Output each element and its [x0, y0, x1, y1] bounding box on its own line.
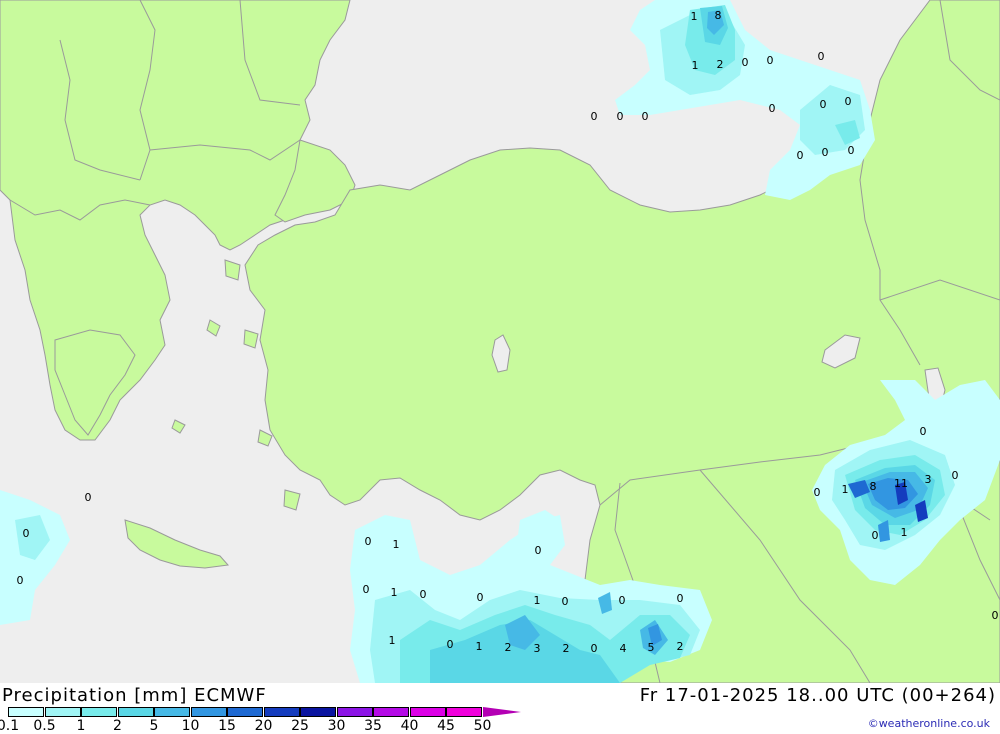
precip-value-label: 0 — [920, 425, 927, 438]
precip-value-label: 0 — [992, 609, 999, 622]
precip-value-label: 5 — [648, 641, 655, 654]
scale-swatch — [373, 707, 409, 717]
precip-value-label: 0 — [822, 146, 829, 159]
precip-value-label: 0 — [820, 98, 827, 111]
precip-value-label: 0 — [797, 149, 804, 162]
credit-link[interactable]: ©weatheronline.co.uk — [868, 717, 990, 730]
scale-tick-label: 45 — [437, 718, 455, 734]
precip-value-label: 0 — [818, 50, 825, 63]
scale-swatch — [336, 707, 373, 717]
scale-tick-label: 0.1 — [0, 718, 20, 734]
precip-value-label: 0 — [769, 102, 776, 115]
scale-swatch — [117, 707, 154, 717]
scale-tick-label: 2 — [113, 718, 122, 734]
precip-value-label: 1 — [476, 640, 483, 653]
precip-value-label: 0 — [562, 595, 569, 608]
precip-value-label: 1 — [691, 10, 698, 23]
color-scale: 0.1 0.5 1 2 5 10 15 20 25 30 35 40 45 50 — [0, 707, 528, 734]
precip-value-label: 0 — [952, 469, 959, 482]
precip-value-label: 2 — [717, 58, 724, 71]
precip-value-label: 0 — [677, 592, 684, 605]
scale-swatch — [482, 707, 521, 717]
precip-value-label: 0 — [591, 110, 598, 123]
precip-value-label: 1 — [393, 538, 400, 551]
precip-value-label: 1 — [391, 586, 398, 599]
scale-swatch — [263, 707, 300, 717]
precip-value-label: 0 — [447, 638, 454, 651]
precip-value-label: 3 — [534, 642, 541, 655]
scale-tick-label: 15 — [218, 718, 236, 734]
scale-swatch — [81, 707, 117, 717]
scale-tick-label: 25 — [291, 718, 309, 734]
precip-value-label: 1 — [842, 483, 849, 496]
precip-value-label: 1 — [901, 526, 908, 539]
scale-tick-label: 0.5 — [33, 718, 56, 734]
precip-value-label: 0 — [535, 544, 542, 557]
precip-value-label: 0 — [420, 588, 427, 601]
precip-value-label: 8 — [870, 480, 877, 493]
precip-value-label: 0 — [363, 583, 370, 596]
forecast-datetime: Fr 17-01-2025 18..00 UTC (00+264) — [639, 685, 996, 706]
scale-tick-label: 40 — [400, 718, 419, 734]
precip-value-label: 11 — [894, 477, 908, 490]
scale-swatch — [227, 707, 263, 717]
precip-value-label: 1 — [692, 59, 699, 72]
scale-tick-label: 5 — [149, 718, 159, 734]
precip-value-label: 4 — [620, 642, 627, 655]
precip-value-label: 0 — [814, 486, 821, 499]
scale-swatch — [300, 707, 336, 717]
precip-value-label: 0 — [17, 574, 24, 587]
precip-value-label: 0 — [23, 527, 30, 540]
scale-tick-label: 1 — [76, 718, 86, 734]
scale-tick-label: 30 — [327, 718, 346, 734]
precip-value-label: 2 — [505, 641, 512, 654]
map-title: Precipitation [mm] ECMWF — [2, 685, 267, 706]
scale-swatch — [190, 707, 227, 717]
precip-value-label: 0 — [642, 110, 649, 123]
precip-value-label: 0 — [845, 95, 852, 108]
precipitation-map: 1 8 1 2 0 0 0 0 0 0 0 0 0 0 0 0 0 0 0 1 8 11 3 0 1 0 0 0 0 1 0 0 1 0 0 1 0 0 0… — [0, 0, 1000, 683]
scale-swatch — [44, 707, 81, 717]
precip-value-label: 2 — [563, 642, 570, 655]
precip-value-label: 0 — [872, 529, 879, 542]
precip-value-label: 1 — [534, 594, 541, 607]
precip-value-label: 8 — [715, 9, 722, 22]
precip-value-label: 0 — [591, 642, 598, 655]
scale-swatch — [154, 707, 190, 717]
precip-value-label: 0 — [619, 594, 626, 607]
precip-value-label: 0 — [848, 144, 855, 157]
scale-tick-label: 10 — [181, 718, 200, 734]
precip-value-label: 0 — [85, 491, 92, 504]
precip-value-label: 3 — [925, 473, 932, 486]
precip-value-label: 0 — [477, 591, 484, 604]
scale-tick-label: 50 — [473, 718, 492, 734]
scale-tick-label: 35 — [364, 718, 382, 734]
precip-value-label: 0 — [742, 56, 749, 69]
precip-value-label: 0 — [617, 110, 624, 123]
scale-tick-label: 20 — [254, 718, 273, 734]
scale-swatch — [409, 707, 446, 717]
legend-footer: Precipitation [mm] ECMWF Fr 17-01-2025 1… — [0, 683, 1000, 734]
precip-value-label: 0 — [365, 535, 372, 548]
precip-value-label: 0 — [767, 54, 774, 67]
scale-swatch — [8, 707, 44, 717]
precip-value-label: 2 — [677, 640, 684, 653]
precip-value-label: 1 — [389, 634, 396, 647]
scale-swatch — [446, 707, 482, 717]
